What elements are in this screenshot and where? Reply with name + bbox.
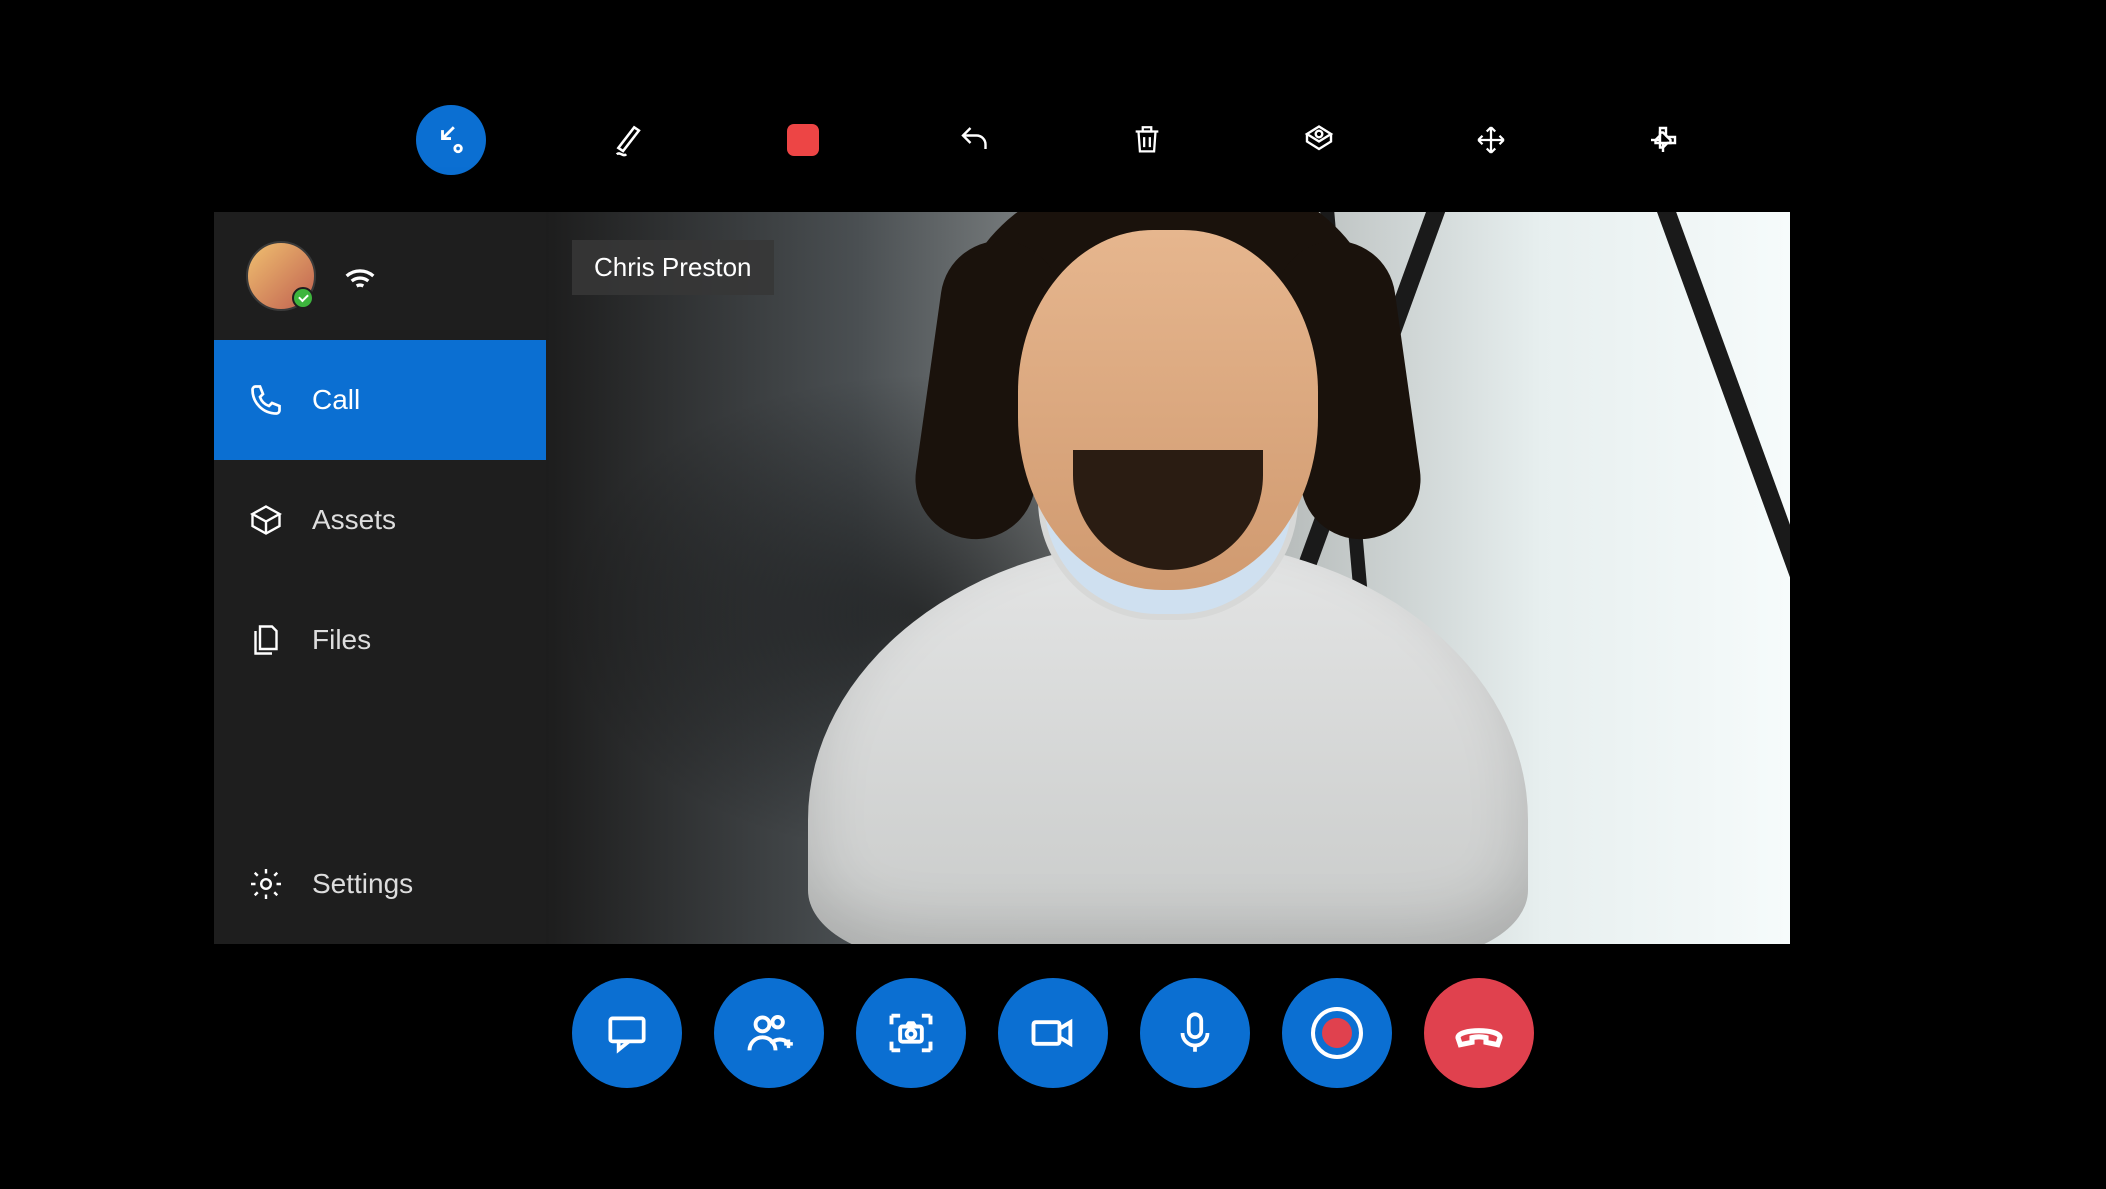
undo-icon <box>957 122 993 158</box>
undo-button[interactable] <box>948 113 1002 167</box>
place-icon <box>1301 122 1337 158</box>
mic-toggle-button[interactable] <box>1140 978 1250 1088</box>
place-button[interactable] <box>1292 113 1346 167</box>
collapse-button[interactable] <box>416 105 486 175</box>
self-avatar[interactable] <box>246 241 316 311</box>
add-participant-icon <box>743 1007 795 1059</box>
call-controls <box>0 978 2106 1088</box>
microphone-icon <box>1170 1008 1220 1058</box>
phone-icon <box>248 382 284 418</box>
sidebar-header <box>214 212 546 340</box>
presence-available-icon <box>292 287 314 309</box>
participant-name: Chris Preston <box>594 252 752 282</box>
add-participant-button[interactable] <box>714 978 824 1088</box>
annotation-toolbar <box>0 105 2106 175</box>
record-button[interactable] <box>1282 978 1392 1088</box>
hangup-button[interactable] <box>1424 978 1534 1088</box>
network-status <box>340 256 380 296</box>
sidebar-item-label: Assets <box>312 504 396 536</box>
move-button[interactable] <box>1464 113 1518 167</box>
assets-icon <box>248 502 284 538</box>
pin-button[interactable] <box>1636 113 1690 167</box>
hangup-icon <box>1451 1005 1507 1061</box>
remote-video: Chris Preston <box>546 212 1790 944</box>
files-icon <box>248 622 284 658</box>
sidebar-item-settings[interactable]: Settings <box>214 824 546 944</box>
snapshot-icon <box>885 1007 937 1059</box>
stop-icon <box>787 124 819 156</box>
sidebar-item-label: Files <box>312 624 371 656</box>
sidebar-item-assets[interactable]: Assets <box>214 460 546 580</box>
ink-icon <box>612 121 650 159</box>
participant-name-chip: Chris Preston <box>572 240 774 295</box>
collapse-icon <box>434 123 468 157</box>
move-icon <box>1474 123 1508 157</box>
delete-button[interactable] <box>1120 113 1174 167</box>
video-icon <box>1027 1007 1079 1059</box>
delete-icon <box>1130 123 1164 157</box>
participant-figure <box>808 540 1528 944</box>
ink-button[interactable] <box>604 113 658 167</box>
pin-icon <box>1645 122 1681 158</box>
call-window: Call Assets Files <box>214 212 1790 944</box>
video-toggle-button[interactable] <box>998 978 1108 1088</box>
sidebar-item-files[interactable]: Files <box>214 580 546 700</box>
snapshot-button[interactable] <box>856 978 966 1088</box>
chat-button[interactable] <box>572 978 682 1088</box>
sidebar: Call Assets Files <box>214 212 546 944</box>
sidebar-item-label: Call <box>312 384 360 416</box>
sidebar-nav: Call Assets Files <box>214 340 546 944</box>
sidebar-item-label: Settings <box>312 868 413 900</box>
wifi-icon <box>340 256 380 296</box>
chat-icon <box>602 1008 652 1058</box>
sidebar-item-call[interactable]: Call <box>214 340 546 460</box>
record-icon <box>1311 1007 1363 1059</box>
settings-icon <box>248 866 284 902</box>
stop-button[interactable] <box>776 113 830 167</box>
